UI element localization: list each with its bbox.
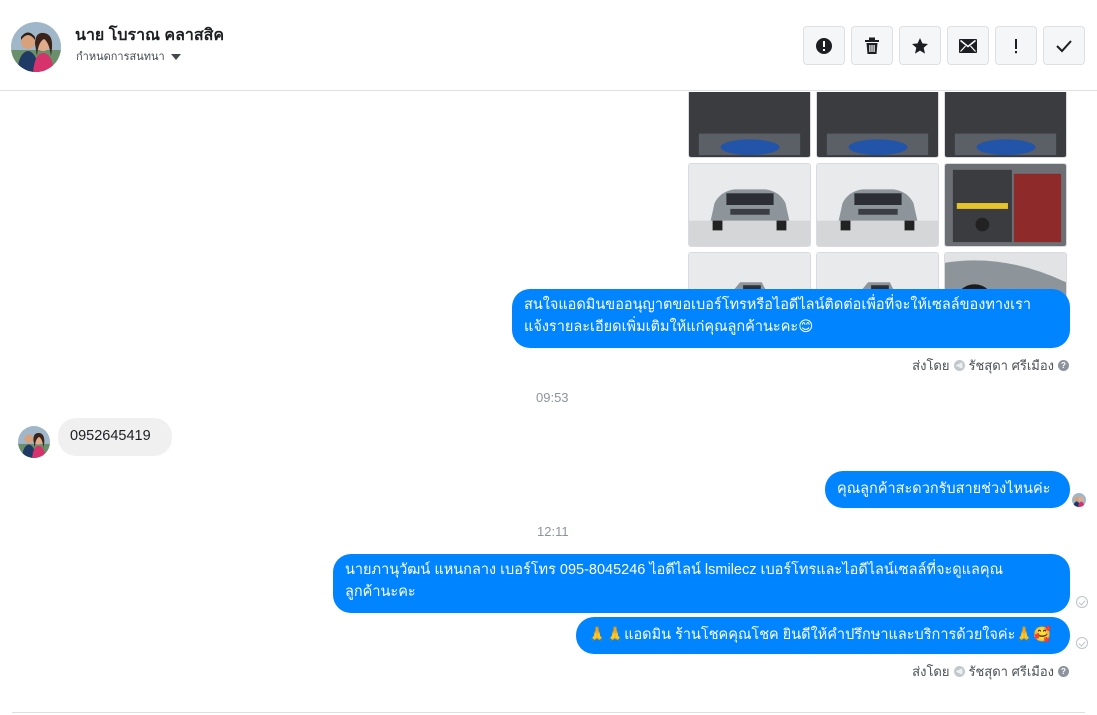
delete-button[interactable]: [851, 26, 893, 65]
sender-name[interactable]: รัชสุดา ศรีเมือง: [969, 355, 1055, 376]
conversation-status-dropdown[interactable]: กำหนดการสนทนา: [76, 47, 181, 65]
delivered-icon: [1076, 596, 1088, 608]
check-icon: [1056, 39, 1072, 52]
alert-circle-icon: [816, 37, 832, 54]
car-photo-thumbnail[interactable]: [944, 163, 1067, 247]
star-button[interactable]: [899, 26, 941, 65]
message-timestamp: 09:53: [536, 390, 569, 405]
report-spam-button[interactable]: [803, 26, 845, 65]
message-timestamp: 12:11: [537, 524, 569, 539]
message-thread[interactable]: สนใจแอดมินขออนุญาตขอเบอร์โทรหรือไอดีไลน์…: [0, 92, 1097, 715]
sent-by-info: ส่งโดย รัชสุดา ศรีเมือง ?: [912, 661, 1069, 682]
outgoing-message[interactable]: นายภานุวัฒน์ แหนกลาง เบอร์โทร 095-804524…: [333, 554, 1070, 613]
outgoing-message[interactable]: คุณลูกค้าสะดวกรับสายช่วงไหนค่ะ: [825, 471, 1070, 508]
message-line: นายภานุวัฒน์ แหนกลาง เบอร์โทร 095-804524…: [345, 562, 1004, 578]
sender-name[interactable]: รัชสุดา ศรีเมือง: [969, 661, 1055, 682]
mark-done-button[interactable]: [1043, 26, 1085, 65]
delivered-icon: [1076, 637, 1088, 649]
envelope-icon: [959, 38, 977, 53]
contact-avatar-small[interactable]: [18, 426, 50, 458]
help-icon[interactable]: ?: [1058, 360, 1069, 371]
outgoing-message[interactable]: 🙏🙏แอดมิน ร้านโชคคุณโชค ยินดีให้คำปรึกษาแ…: [576, 617, 1070, 654]
car-photo-thumbnail[interactable]: [944, 92, 1067, 158]
verified-icon: [953, 360, 965, 371]
message-line: ลูกค้านะคะ: [345, 584, 416, 600]
contact-avatar[interactable]: [11, 22, 61, 72]
outgoing-message[interactable]: สนใจแอดมินขออนุญาตขอเบอร์โทรหรือไอดีไลน์…: [512, 289, 1070, 348]
important-button[interactable]: [995, 26, 1037, 65]
trash-icon: [865, 37, 879, 54]
message-line: แจ้งรายละเอียดเพิ่มเติมให้แก่คุณลูกค้านะ…: [524, 319, 814, 335]
composer-divider: [12, 712, 1085, 713]
exclamation-icon: [1015, 38, 1017, 53]
help-icon[interactable]: ?: [1058, 666, 1069, 677]
contact-name[interactable]: นาย โบราณ คลาสสิค: [75, 23, 224, 48]
verified-icon: [953, 666, 965, 677]
car-photo-thumbnail[interactable]: [816, 163, 939, 247]
car-photo-thumbnail[interactable]: [688, 163, 811, 247]
incoming-message[interactable]: 0952645419: [58, 418, 172, 456]
caret-down-icon: [170, 53, 181, 60]
sent-by-label: ส่งโดย: [912, 664, 950, 679]
message-line: สนใจแอดมินขออนุญาตขอเบอร์โทรหรือไอดีไลน์…: [524, 297, 1032, 313]
car-photo-thumbnail[interactable]: [688, 92, 811, 158]
star-icon: [912, 37, 928, 54]
conversation-header: นาย โบราณ คลาสสิค กำหนดการสนทนา: [0, 0, 1097, 91]
sent-by-label: ส่งโดย: [912, 358, 950, 373]
car-photo-thumbnail[interactable]: [816, 92, 939, 158]
conversation-toolbar: [803, 26, 1085, 65]
sent-by-info: ส่งโดย รัชสุดา ศรีเมือง ?: [912, 355, 1069, 376]
mark-unread-button[interactable]: [947, 26, 989, 65]
seen-avatar: [1072, 493, 1086, 507]
conversation-status-label: กำหนดการสนทนา: [76, 51, 165, 63]
